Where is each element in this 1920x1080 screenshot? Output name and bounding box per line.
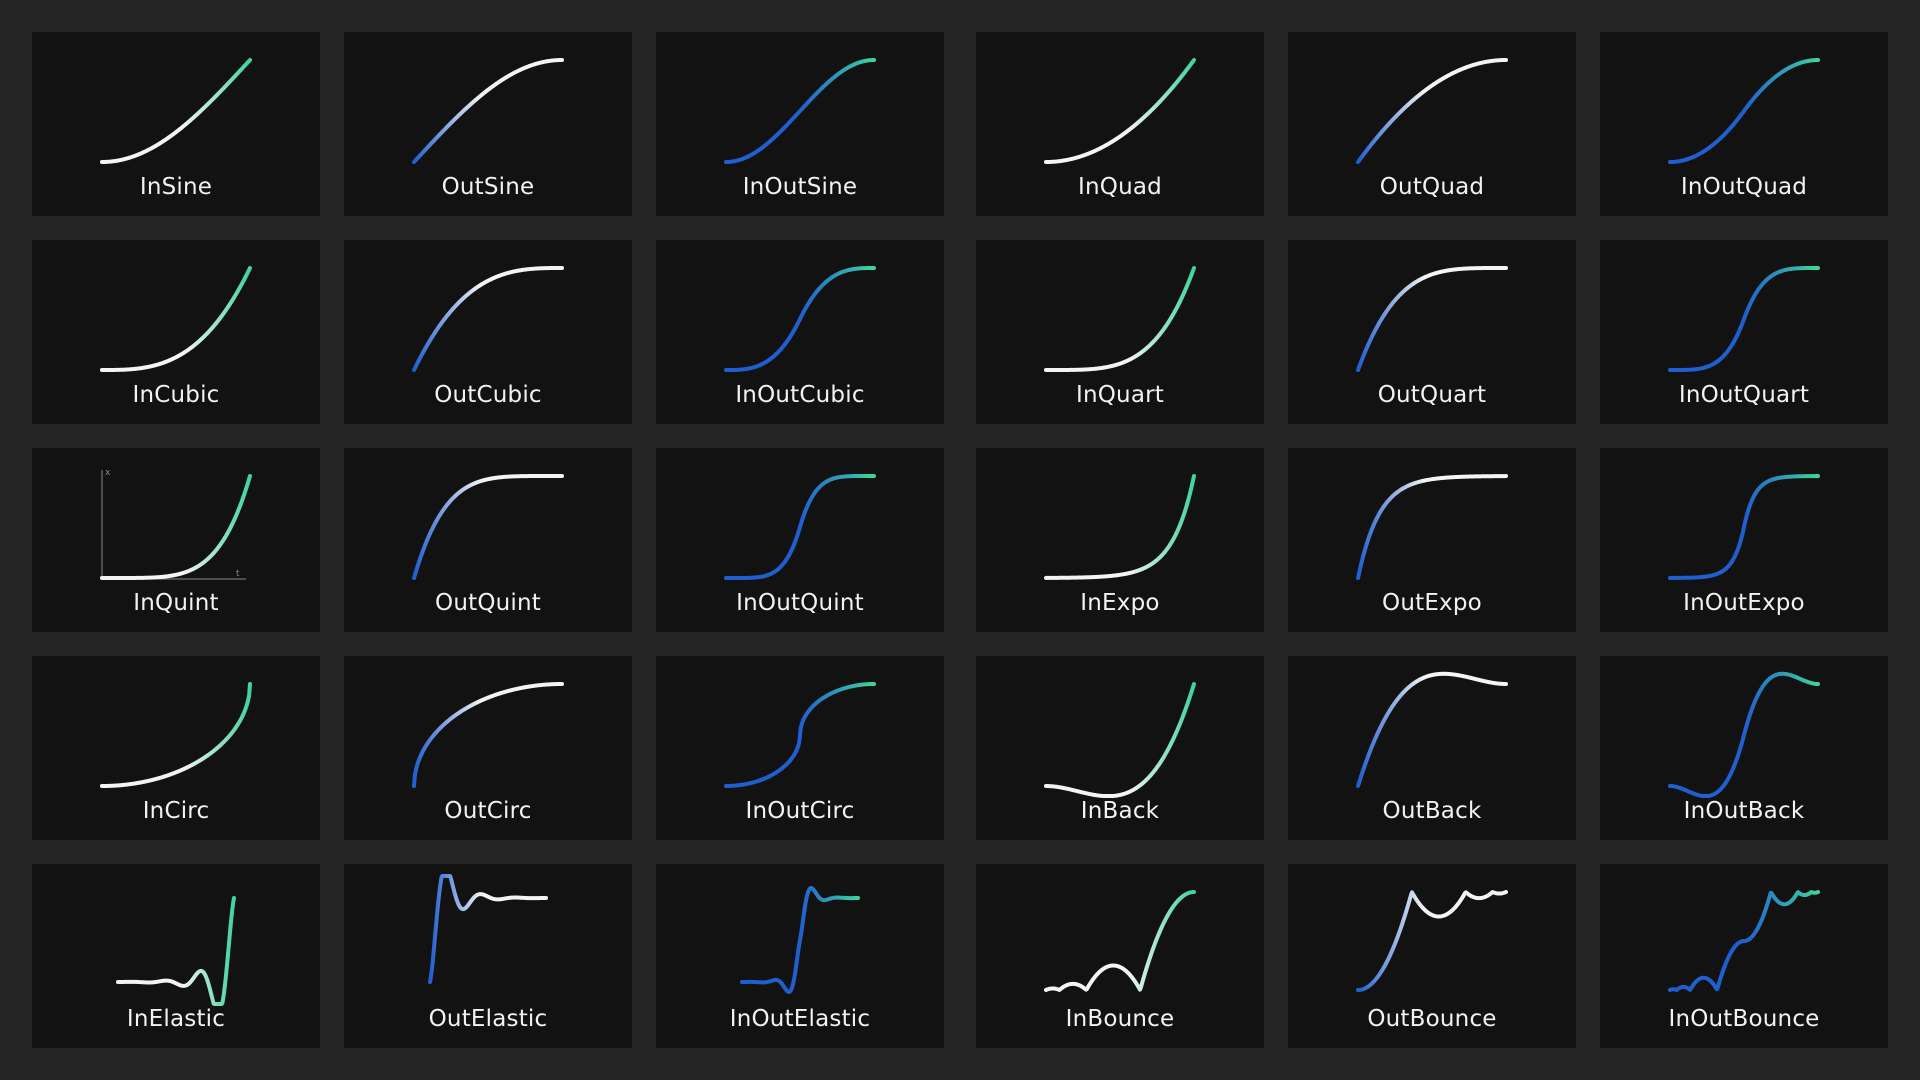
easing-label: InQuad [1078,174,1162,200]
easing-label: InExpo [1080,590,1160,616]
easing-curve-out-bounce [1356,890,1508,992]
easing-card-in-bounce: InBounce [976,864,1264,1048]
easing-curve-in-sine [100,58,252,164]
easing-label: OutBack [1382,798,1482,824]
easing-card-out-circ: OutCirc [344,656,632,840]
easing-card-out-elastic: OutElastic [344,864,632,1048]
easing-card-in-out-quint: InOutQuint [656,448,944,632]
easing-card-in-out-elastic: InOutElastic [656,864,944,1048]
easing-card-out-cubic: OutCubic [344,240,632,424]
easing-label: InOutSine [742,174,858,200]
easing-label: OutElastic [428,1006,548,1032]
easing-curve-in-bounce [1044,890,1196,992]
easing-label: InQuart [1075,382,1164,408]
easing-card-in-out-sine: InOutSine [656,32,944,216]
easing-curve-in-quart [1044,266,1196,372]
easing-card-in-back: InBack [976,656,1264,840]
easing-card-out-quart: OutQuart [1288,240,1576,424]
easing-curve-in-out-quint [724,474,876,580]
easing-label: InOutBounce [1668,1006,1820,1032]
easing-label: InCubic [132,382,220,408]
easing-card-in-out-expo: InOutExpo [1600,448,1888,632]
easing-card-in-elastic: InElastic [32,864,320,1048]
easing-curve-in-cubic [100,266,252,372]
easing-label: OutQuad [1379,174,1485,200]
easing-card-in-sine: InSine [32,32,320,216]
easing-card-out-expo: OutExpo [1288,448,1576,632]
easing-card-in-quint: x t InQuint [32,448,320,632]
easing-curve-in-out-elastic [740,886,860,994]
easing-curve-in-out-quart [1668,266,1820,372]
easing-card-in-out-quad: InOutQuad [1600,32,1888,216]
easing-curve-in-out-quad [1668,58,1820,164]
easing-card-in-out-bounce: InOutBounce [1600,864,1888,1048]
easing-curve-out-back [1356,671,1508,788]
easing-label: InOutQuad [1680,174,1808,200]
y-axis-label: x [105,468,111,478]
easing-curve-in-quad [1044,58,1196,164]
easing-curve-in-circ [100,682,252,788]
easing-label: OutQuint [435,590,541,616]
easing-label: OutBounce [1367,1006,1497,1032]
easing-label: InOutBack [1683,798,1805,824]
easing-card-out-bounce: OutBounce [1288,864,1576,1048]
easing-label: InOutQuint [736,590,864,616]
easing-curve-in-expo [1044,474,1196,580]
easing-curve-in-out-back [1668,671,1820,798]
easing-label: InOutExpo [1683,590,1805,616]
easing-card-in-cubic: InCubic [32,240,320,424]
easing-label: InOutQuart [1678,382,1810,408]
easing-curve-out-expo [1356,474,1508,580]
easing-curve-in-out-bounce [1668,890,1820,992]
easing-card-in-quad: InQuad [976,32,1264,216]
easing-label: InOutCubic [735,382,865,408]
easing-curve-out-sine [412,58,564,164]
axes-lines [101,470,246,580]
easing-card-in-out-quart: InOutQuart [1600,240,1888,424]
easing-curve-in-out-sine [724,58,876,164]
easing-card-in-circ: InCirc [32,656,320,840]
easing-curve-out-quad [1356,58,1508,164]
easing-curve-out-cubic [412,266,564,372]
easing-label: InElastic [126,1006,226,1032]
easing-card-out-back: OutBack [1288,656,1576,840]
easing-curve-in-out-expo [1668,474,1820,580]
easing-curve-out-elastic [428,874,548,984]
easing-label: InSine [139,174,213,200]
easing-curve-in-quint [100,474,252,580]
easing-curve-in-back [1044,682,1196,798]
easing-label: InBack [1080,798,1160,824]
easing-curve-out-quint [412,474,564,580]
easing-card-in-out-back: InOutBack [1600,656,1888,840]
easing-label: InOutCirc [745,798,855,824]
easing-label: OutCubic [434,382,542,408]
easing-label: OutExpo [1382,590,1482,616]
easing-curve-in-elastic [116,896,236,1006]
easing-card-out-quint: OutQuint [344,448,632,632]
easing-label: InBounce [1065,1006,1175,1032]
easing-card-in-out-cubic: InOutCubic [656,240,944,424]
easing-curve-out-quart [1356,266,1508,372]
x-axis-label: t [236,569,240,579]
easing-card-in-expo: InExpo [976,448,1264,632]
easing-curve-in-out-circ [724,682,876,788]
easing-label: InCirc [142,798,210,824]
easing-label: OutSine [441,174,535,200]
easing-label: InOutElastic [729,1006,871,1032]
easing-curve-in-out-cubic [724,266,876,372]
easing-label: InQuint [133,590,219,616]
easing-card-out-sine: OutSine [344,32,632,216]
easing-card-in-out-circ: InOutCirc [656,656,944,840]
easing-label: OutCirc [444,798,532,824]
easing-label: OutQuart [1377,382,1487,408]
easing-card-out-quad: OutQuad [1288,32,1576,216]
easing-card-in-quart: InQuart [976,240,1264,424]
easing-curve-out-circ [412,682,564,788]
easing-grid: InSine OutSine InOutSine InQuad OutQuad InOut… [0,0,1920,1080]
